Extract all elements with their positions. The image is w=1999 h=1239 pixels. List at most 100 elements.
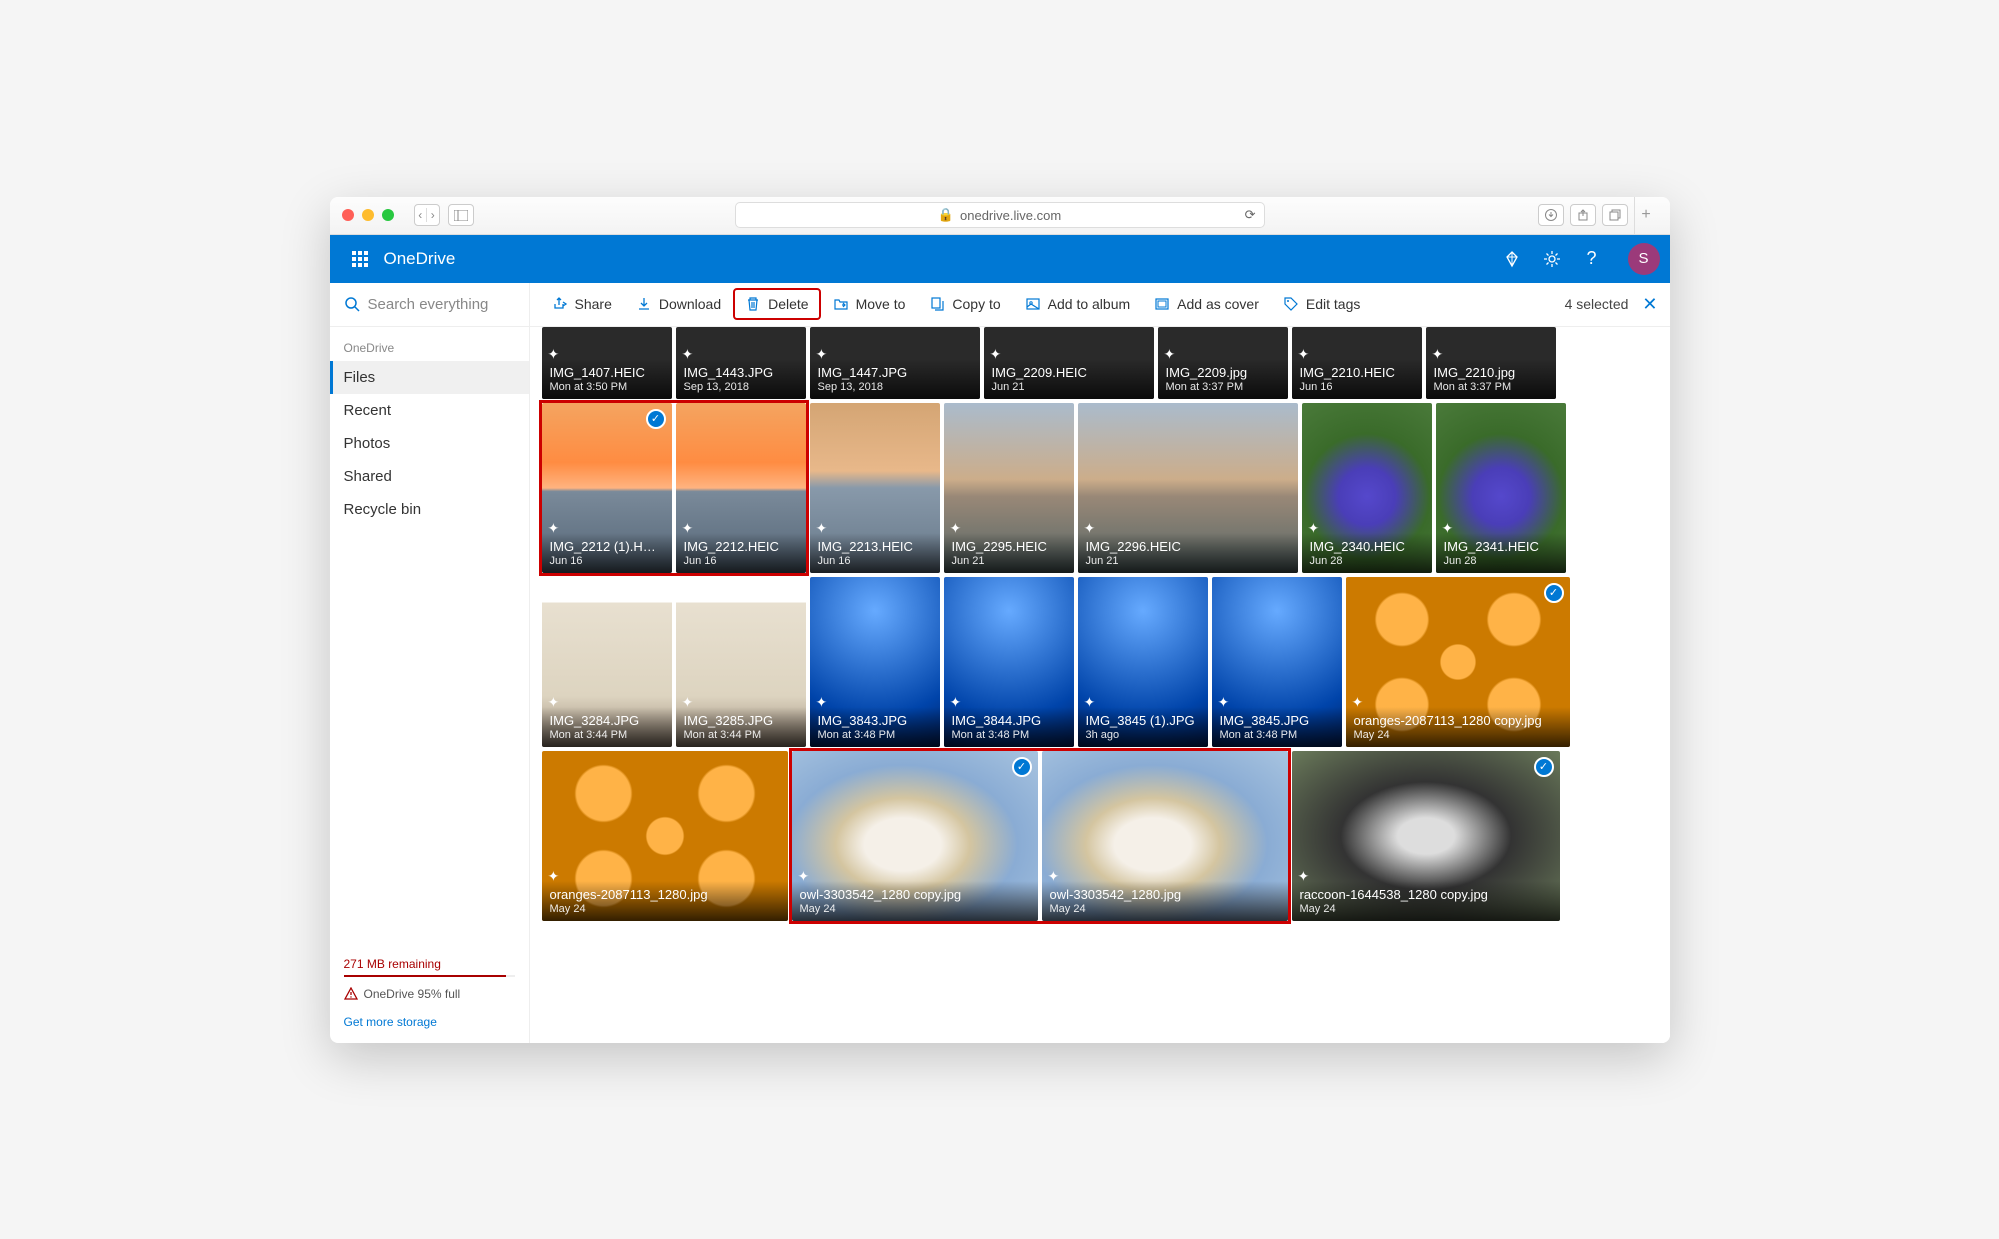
- file-tile[interactable]: ✦IMG_3284.JPGMon at 3:44 PM: [542, 577, 672, 747]
- user-avatar[interactable]: S: [1628, 243, 1660, 275]
- file-date: May 24: [1050, 903, 1280, 915]
- new-tab-button[interactable]: +: [1634, 197, 1658, 235]
- search-box[interactable]: Search everything: [330, 283, 529, 327]
- file-name: IMG_2210.jpg: [1434, 365, 1548, 380]
- copy-icon: [929, 296, 945, 312]
- file-date: May 24: [1354, 729, 1562, 741]
- file-tile[interactable]: ✦IMG_2210.jpgMon at 3:37 PM: [1426, 327, 1556, 399]
- storage-remaining: 271 MB remaining: [344, 957, 515, 971]
- add-as-cover-command[interactable]: Add as cover: [1144, 290, 1269, 318]
- tabs-button[interactable]: [1602, 204, 1628, 226]
- file-tile[interactable]: ✦owl-3303542_1280.jpgMay 24: [1042, 751, 1288, 921]
- file-name: IMG_1443.JPG: [684, 365, 798, 380]
- file-tile[interactable]: ✦IMG_2210.HEICJun 16: [1292, 327, 1422, 399]
- delete-command[interactable]: Delete: [735, 290, 818, 318]
- file-date: Mon at 3:50 PM: [550, 381, 664, 393]
- warning-icon: [344, 987, 358, 1001]
- file-tile[interactable]: ✦IMG_2212 (1).H…Jun 16✓: [542, 403, 672, 573]
- close-window-button[interactable]: [342, 209, 354, 221]
- file-name: IMG_2209.HEIC: [992, 365, 1146, 380]
- file-date: May 24: [550, 903, 780, 915]
- browser-window: ‹› 🔒 onedrive.live.com ⟳ + OneDr: [330, 197, 1670, 1043]
- file-tile[interactable]: ✦IMG_2295.HEICJun 21: [944, 403, 1074, 573]
- file-tile[interactable]: ✦IMG_3845.JPGMon at 3:48 PM: [1212, 577, 1342, 747]
- file-tile[interactable]: ✦IMG_1407.HEICMon at 3:50 PM: [542, 327, 672, 399]
- nav-back-forward[interactable]: ‹›: [414, 204, 440, 226]
- copy-command[interactable]: Copy to: [919, 290, 1010, 318]
- selected-check-icon[interactable]: ✓: [1544, 583, 1564, 603]
- file-tile[interactable]: ✦IMG_1447.JPGSep 13, 2018: [810, 327, 980, 399]
- premium-icon[interactable]: [1502, 249, 1522, 269]
- file-tile[interactable]: ✦IMG_2340.HEICJun 28: [1302, 403, 1432, 573]
- file-name: IMG_3845 (1).JPG: [1086, 713, 1200, 728]
- app-brand[interactable]: OneDrive: [384, 249, 456, 269]
- nav-item-recycle-bin[interactable]: Recycle bin: [330, 493, 529, 526]
- file-name: IMG_3843.JPG: [818, 713, 932, 728]
- file-date: Mon at 3:48 PM: [1220, 729, 1334, 741]
- file-name: owl-3303542_1280 copy.jpg: [800, 887, 1030, 902]
- nav-item-shared[interactable]: Shared: [330, 460, 529, 493]
- share-button[interactable]: [1570, 204, 1596, 226]
- file-tile[interactable]: ✦IMG_3285.JPGMon at 3:44 PM: [676, 577, 806, 747]
- forward-icon[interactable]: ›: [427, 208, 439, 222]
- file-tile[interactable]: ✦IMG_3845 (1).JPG3h ago: [1078, 577, 1208, 747]
- file-tile[interactable]: ✦owl-3303542_1280 copy.jpgMay 24✓: [792, 751, 1038, 921]
- window-controls: [342, 209, 394, 221]
- download-icon: [636, 296, 652, 312]
- file-date: Jun 28: [1310, 555, 1424, 567]
- file-tile[interactable]: ✦IMG_2212.HEICJun 16: [676, 403, 806, 573]
- file-tile[interactable]: ✦IMG_2209.jpgMon at 3:37 PM: [1158, 327, 1288, 399]
- file-name: oranges-2087113_1280.jpg: [550, 887, 780, 902]
- address-bar[interactable]: 🔒 onedrive.live.com ⟳: [735, 202, 1265, 228]
- file-name: IMG_2296.HEIC: [1086, 539, 1290, 554]
- file-tile[interactable]: ✦IMG_3844.JPGMon at 3:48 PM: [944, 577, 1074, 747]
- file-name: IMG_1407.HEIC: [550, 365, 664, 380]
- file-date: Mon at 3:48 PM: [818, 729, 932, 741]
- file-date: Mon at 3:44 PM: [684, 729, 798, 741]
- file-tile[interactable]: ✦IMG_3843.JPGMon at 3:48 PM: [810, 577, 940, 747]
- back-icon[interactable]: ‹: [415, 208, 428, 222]
- maximize-window-button[interactable]: [382, 209, 394, 221]
- file-tile[interactable]: ✦IMG_2296.HEICJun 21: [1078, 403, 1298, 573]
- file-date: Jun 28: [1444, 555, 1558, 567]
- selected-check-icon[interactable]: ✓: [1534, 757, 1554, 777]
- url-text: onedrive.live.com: [960, 208, 1061, 223]
- get-storage-link[interactable]: Get more storage: [344, 1015, 515, 1029]
- minimize-window-button[interactable]: [362, 209, 374, 221]
- sidebar: Search everything OneDrive FilesRecentPh…: [330, 283, 530, 1043]
- download-command[interactable]: Download: [626, 290, 731, 318]
- file-tile[interactable]: ✦IMG_2213.HEICJun 16: [810, 403, 940, 573]
- file-name: oranges-2087113_1280 copy.jpg: [1354, 713, 1562, 728]
- storage-panel: 271 MB remaining OneDrive 95% full Get m…: [330, 943, 529, 1043]
- move-command[interactable]: Move to: [823, 290, 916, 318]
- app-launcher-button[interactable]: [340, 239, 380, 279]
- file-tile[interactable]: ✦IMG_2341.HEICJun 28: [1436, 403, 1566, 573]
- breadcrumb[interactable]: OneDrive: [330, 327, 529, 361]
- share-command[interactable]: Share: [542, 290, 622, 318]
- file-tile[interactable]: ✦raccoon-1644538_1280 copy.jpgMay 24✓: [1292, 751, 1560, 921]
- selected-check-icon[interactable]: ✓: [646, 409, 666, 429]
- file-tile[interactable]: ✦oranges-2087113_1280.jpgMay 24: [542, 751, 788, 921]
- reload-icon[interactable]: ⟳: [1245, 207, 1256, 223]
- file-name: IMG_3285.JPG: [684, 713, 798, 728]
- help-button[interactable]: ?: [1582, 249, 1602, 269]
- nav-item-recent[interactable]: Recent: [330, 394, 529, 427]
- settings-button[interactable]: [1542, 249, 1562, 269]
- file-name: IMG_2295.HEIC: [952, 539, 1066, 554]
- downloads-button[interactable]: [1538, 204, 1564, 226]
- sidebar-toggle-button[interactable]: [448, 204, 474, 226]
- file-grid[interactable]: ✦IMG_1407.HEICMon at 3:50 PM✦IMG_1443.JP…: [530, 327, 1670, 1043]
- command-bar: Share Download Delete Move to Copy to: [530, 283, 1670, 327]
- file-tile[interactable]: ✦IMG_2209.HEICJun 21: [984, 327, 1154, 399]
- search-icon: [344, 296, 360, 312]
- file-tile[interactable]: ✦IMG_1443.JPGSep 13, 2018: [676, 327, 806, 399]
- file-name: IMG_2210.HEIC: [1300, 365, 1414, 380]
- tag-icon: [1283, 296, 1299, 312]
- selected-check-icon[interactable]: ✓: [1012, 757, 1032, 777]
- nav-item-files[interactable]: Files: [330, 361, 529, 394]
- add-to-album-command[interactable]: Add to album: [1015, 290, 1141, 318]
- nav-item-photos[interactable]: Photos: [330, 427, 529, 460]
- file-tile[interactable]: ✦oranges-2087113_1280 copy.jpgMay 24✓: [1346, 577, 1570, 747]
- edit-tags-command[interactable]: Edit tags: [1273, 290, 1370, 318]
- clear-selection-button[interactable]: ✕: [1642, 294, 1657, 315]
